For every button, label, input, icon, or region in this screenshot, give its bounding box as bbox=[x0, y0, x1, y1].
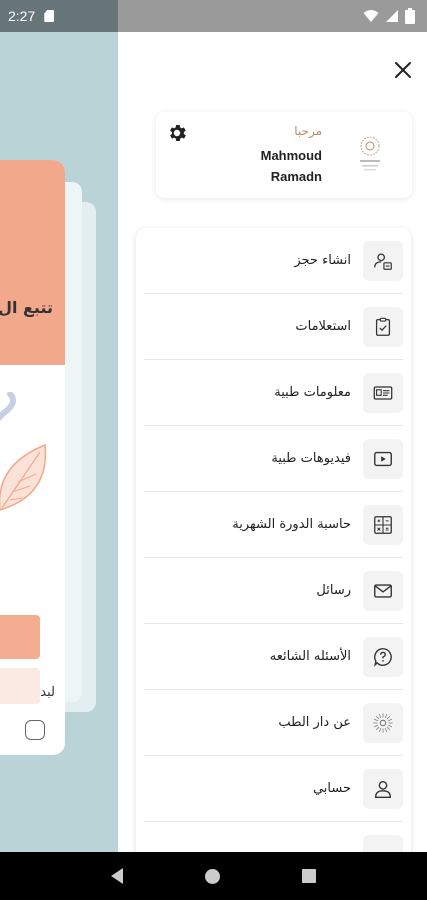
tracker-secondary-button[interactable] bbox=[0, 668, 40, 704]
menu-item-label: معلومات طبية bbox=[274, 385, 351, 400]
help-circle-icon bbox=[363, 636, 403, 677]
menu-item-faq[interactable]: الأسئله الشائعه bbox=[144, 624, 403, 690]
battery-icon bbox=[405, 8, 415, 24]
menu-item-label: انشاء حجز bbox=[294, 253, 351, 268]
tracker-card-title: تتبع ال bbox=[0, 298, 53, 317]
clinic-logo bbox=[360, 136, 380, 171]
menu-item-partial[interactable] bbox=[144, 822, 403, 852]
menu-item-medical-info[interactable]: معلومات طبية bbox=[144, 360, 403, 426]
recent-apps-icon[interactable] bbox=[302, 869, 316, 883]
id-card-icon bbox=[363, 372, 403, 413]
menu-item-about[interactable]: عن دار الطب bbox=[144, 690, 403, 756]
status-time: 2:27 bbox=[8, 8, 36, 24]
user-icon bbox=[363, 768, 403, 809]
navigation-drawer: مرحبا Mahmoud Ramadn انشاء حجز استعلامات bbox=[118, 32, 427, 852]
clipboard-check-icon bbox=[363, 306, 403, 347]
sunburst-logo-icon bbox=[363, 702, 403, 743]
background-app: تتبع ال لبدا bbox=[0, 32, 118, 852]
system-nav-bar bbox=[0, 852, 427, 900]
wifi-icon bbox=[363, 10, 379, 22]
status-bar-right bbox=[118, 0, 427, 32]
user-name-first: Mahmoud bbox=[260, 148, 322, 163]
leaf-icon bbox=[0, 443, 47, 511]
menu-item-create-booking[interactable]: انشاء حجز bbox=[144, 228, 403, 294]
menu-item-medical-videos[interactable]: فيديوهات طبية bbox=[144, 426, 403, 492]
partial-menu-icon bbox=[363, 835, 403, 852]
drawer-menu: انشاء حجز استعلامات معلومات طبية فيديوها… bbox=[136, 228, 411, 852]
tracker-card-header: تتبع ال bbox=[0, 160, 65, 365]
menu-item-messages[interactable]: رسائل bbox=[144, 558, 403, 624]
back-icon[interactable] bbox=[111, 868, 123, 884]
menu-item-label: عن دار الطب bbox=[278, 715, 351, 730]
tracker-primary-button[interactable] bbox=[0, 615, 40, 659]
user-name: Mahmoud Ramadn bbox=[212, 145, 322, 187]
menu-item-label: الأسئله الشائعه bbox=[269, 649, 351, 664]
signal-icon bbox=[386, 10, 398, 22]
figure-icon bbox=[0, 392, 17, 422]
menu-item-label: حاسبة الدورة الشهرية bbox=[232, 517, 351, 532]
menu-item-label: حسابي bbox=[312, 781, 351, 796]
menu-item-my-account[interactable]: حسابي bbox=[144, 756, 403, 822]
menu-item-label: فيديوهات طبية bbox=[271, 451, 351, 466]
calendar-person-icon bbox=[363, 240, 403, 281]
status-bar: 2:27 bbox=[0, 0, 427, 32]
menu-item-cycle-calculator[interactable]: حاسبة الدورة الشهرية bbox=[144, 492, 403, 558]
greeting-text: مرحبا bbox=[294, 124, 322, 138]
menu-item-label: رسائل bbox=[316, 583, 351, 598]
home-icon[interactable] bbox=[205, 868, 220, 884]
user-name-last: Ramadn bbox=[270, 169, 322, 184]
video-play-icon bbox=[363, 438, 403, 479]
menu-item-label: استعلامات bbox=[295, 319, 351, 334]
close-icon[interactable] bbox=[391, 58, 415, 82]
sd-card-icon bbox=[44, 10, 55, 22]
tracker-card[interactable]: تتبع ال لبدا bbox=[0, 160, 65, 755]
profile-card[interactable]: مرحبا Mahmoud Ramadn bbox=[156, 112, 412, 198]
home-nav-icon[interactable] bbox=[25, 720, 45, 740]
menu-item-inquiries[interactable]: استعلامات bbox=[144, 294, 403, 360]
mail-icon bbox=[363, 570, 403, 611]
calculator-grid-icon bbox=[363, 504, 403, 545]
status-bar-left: 2:27 bbox=[0, 0, 118, 32]
gear-icon[interactable] bbox=[166, 122, 188, 144]
